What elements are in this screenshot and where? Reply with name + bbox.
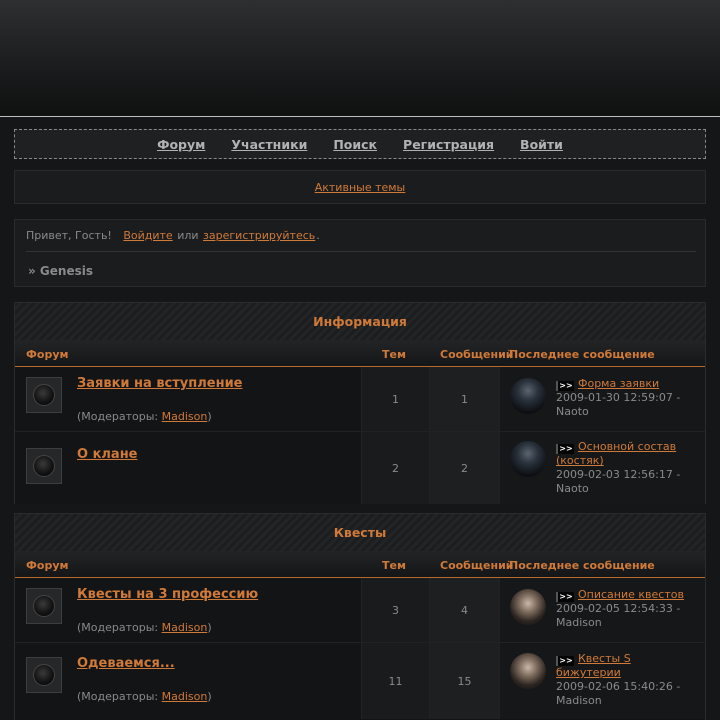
nav-members-link[interactable]: Участники bbox=[231, 137, 307, 152]
moderator-link[interactable]: Madison bbox=[162, 621, 208, 634]
column-last-post: Последнее сообщение bbox=[509, 348, 655, 361]
forum-row: Одеваемся... (Модераторы: Madison) 11 15… bbox=[15, 643, 705, 719]
arrow-post-icon[interactable]: >> bbox=[556, 381, 574, 391]
last-post-info: >> Квесты S бижутерии 2009-02-06 15:40:26… bbox=[556, 652, 698, 708]
welcome-panel: Привет, Гость! Войдите или зарегистрируй… bbox=[14, 219, 706, 287]
last-post-link[interactable]: Основной состав (костяк) bbox=[556, 440, 676, 467]
forum-row: Заявки на вступление (Модераторы: Madiso… bbox=[15, 367, 705, 432]
topics-count: 11 bbox=[361, 643, 429, 719]
column-last-post: Последнее сообщение bbox=[509, 559, 655, 572]
avatar bbox=[510, 441, 546, 477]
forum-icon bbox=[26, 588, 62, 624]
avatar bbox=[510, 378, 546, 414]
avatar bbox=[510, 589, 546, 625]
forum-icon bbox=[26, 448, 62, 484]
arrow-post-icon[interactable]: >> bbox=[556, 444, 574, 454]
forum-title-link[interactable]: Одеваемся... bbox=[77, 656, 175, 671]
column-topics: Тем bbox=[382, 348, 406, 361]
last-post-cell: >> Квесты S бижутерии 2009-02-06 15:40:26… bbox=[499, 643, 705, 719]
last-post-link[interactable]: Описание квестов bbox=[578, 588, 684, 601]
login-link[interactable]: Войдите bbox=[123, 229, 172, 242]
last-post-cell: >> Основной состав (костяк) 2009-02-03 12… bbox=[499, 432, 705, 504]
site-header-banner bbox=[0, 0, 720, 117]
posts-count: 1 bbox=[429, 367, 499, 431]
greeting-text: Привет, Гость! bbox=[26, 229, 112, 242]
main-navigation: Форум Участники Поиск Регистрация Войти bbox=[14, 129, 706, 159]
topics-count: 2 bbox=[361, 432, 429, 504]
moderator-link[interactable]: Madison bbox=[162, 690, 208, 703]
nav-forum-link[interactable]: Форум bbox=[157, 137, 205, 152]
breadcrumb: » Genesis bbox=[28, 264, 93, 278]
column-posts: Сообщений bbox=[440, 348, 514, 361]
posts-count: 2 bbox=[429, 432, 499, 504]
active-topics-bar: Активные темы bbox=[14, 170, 706, 204]
category-quests: Квесты Форум Тем Сообщений Последнее соо… bbox=[14, 513, 706, 720]
forum-info-cell: Одеваемся... (Модераторы: Madison) bbox=[15, 643, 361, 719]
forum-title-link[interactable]: Заявки на вступление bbox=[77, 376, 243, 391]
category-title: Квесты bbox=[15, 514, 705, 551]
forum-row: Квесты на 3 профессию (Модераторы: Madis… bbox=[15, 578, 705, 643]
forum-icon bbox=[26, 657, 62, 693]
last-post-cell: >> Описание квестов 2009-02-05 12:54:33 -… bbox=[499, 578, 705, 642]
active-topics-link[interactable]: Активные темы bbox=[315, 181, 406, 194]
forum-moderators: (Модераторы: Madison) bbox=[77, 410, 212, 423]
last-post-author: Madison bbox=[556, 616, 602, 629]
posts-count: 4 bbox=[429, 578, 499, 642]
last-post-link[interactable]: Форма заявки bbox=[578, 377, 659, 390]
column-forum: Форум bbox=[26, 559, 69, 572]
forum-icon bbox=[26, 377, 62, 413]
column-posts: Сообщений bbox=[440, 559, 514, 572]
arrow-post-icon[interactable]: >> bbox=[556, 656, 574, 666]
posts-count: 15 bbox=[429, 643, 499, 719]
period-text: . bbox=[316, 229, 320, 242]
last-post-author: Madison bbox=[556, 694, 602, 707]
column-topics: Тем bbox=[382, 559, 406, 572]
forum-row: О клане 2 2 >> Основной состав (костяк) 2… bbox=[15, 432, 705, 504]
category-title: Информация bbox=[15, 303, 705, 340]
column-headers: Форум Тем Сообщений Последнее сообщение bbox=[15, 340, 705, 367]
divider bbox=[26, 251, 696, 252]
forum-info-cell: Квесты на 3 профессию (Модераторы: Madis… bbox=[15, 578, 361, 642]
arrow-post-icon[interactable]: >> bbox=[556, 592, 574, 602]
register-link[interactable]: зарегистрируйтесь bbox=[203, 229, 315, 242]
last-post-author: Naoto bbox=[556, 482, 589, 495]
forum-moderators: (Модераторы: Madison) bbox=[77, 621, 212, 634]
last-post-info: >> Описание квестов 2009-02-05 12:54:33 -… bbox=[556, 588, 698, 630]
moderator-link[interactable]: Madison bbox=[162, 410, 208, 423]
topics-count: 3 bbox=[361, 578, 429, 642]
forum-moderators: (Модераторы: Madison) bbox=[77, 690, 212, 703]
last-post-info: >> Форма заявки 2009-01-30 12:59:07 - Nao… bbox=[556, 377, 698, 419]
column-headers: Форум Тем Сообщений Последнее сообщение bbox=[15, 551, 705, 578]
column-forum: Форум bbox=[26, 348, 69, 361]
forum-info-cell: О клане bbox=[15, 432, 361, 504]
or-text: или bbox=[177, 229, 199, 242]
last-post-author: Naoto bbox=[556, 405, 589, 418]
category-information: Информация Форум Тем Сообщений Последнее… bbox=[14, 302, 706, 504]
nav-login-link[interactable]: Войти bbox=[520, 137, 563, 152]
forum-info-cell: Заявки на вступление (Модераторы: Madiso… bbox=[15, 367, 361, 431]
forum-title-link[interactable]: О клане bbox=[77, 447, 138, 462]
last-post-date: 2009-02-03 12:56:17 - bbox=[556, 468, 681, 481]
last-post-cell: >> Форма заявки 2009-01-30 12:59:07 - Nao… bbox=[499, 367, 705, 431]
last-post-info: >> Основной состав (костяк) 2009-02-03 12… bbox=[556, 440, 698, 496]
last-post-date: 2009-02-05 12:54:33 - bbox=[556, 602, 681, 615]
nav-register-link[interactable]: Регистрация bbox=[403, 137, 494, 152]
last-post-date: 2009-01-30 12:59:07 - bbox=[556, 391, 681, 404]
topics-count: 1 bbox=[361, 367, 429, 431]
last-post-date: 2009-02-06 15:40:26 - bbox=[556, 680, 681, 693]
welcome-message: Привет, Гость! Войдите или зарегистрируй… bbox=[26, 229, 320, 242]
avatar bbox=[510, 653, 546, 689]
nav-search-link[interactable]: Поиск bbox=[333, 137, 377, 152]
forum-title-link[interactable]: Квесты на 3 профессию bbox=[77, 587, 258, 602]
